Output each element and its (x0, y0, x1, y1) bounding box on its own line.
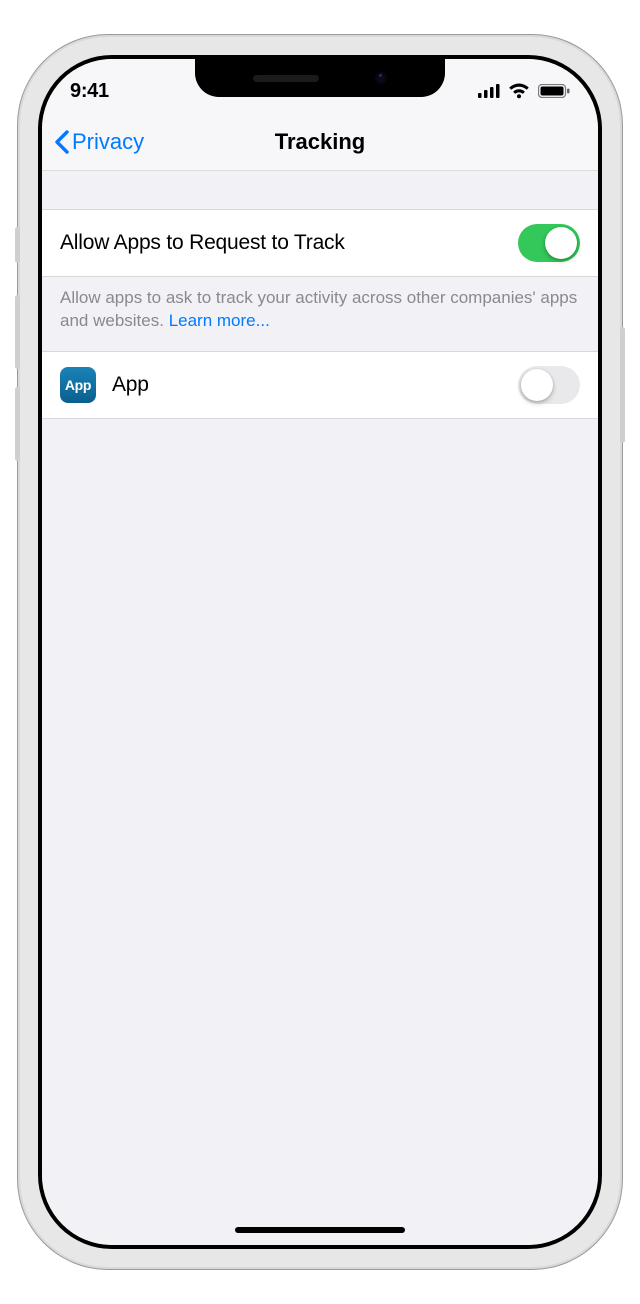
status-icons (478, 83, 570, 99)
allow-tracking-footer: Allow apps to ask to track your activity… (42, 277, 598, 351)
phone-frame: 9:41 Privacy Tracking Allow Apps to Requ… (20, 37, 620, 1267)
app-icon-text: App (65, 377, 91, 393)
speaker-grille (253, 75, 319, 82)
home-indicator[interactable] (235, 1227, 405, 1233)
allow-tracking-row: Allow Apps to Request to Track (42, 209, 598, 277)
mute-switch (15, 227, 20, 263)
toggle-knob (521, 369, 553, 401)
app-tracking-row: App App (42, 351, 598, 419)
volume-up-button (15, 295, 20, 369)
wifi-icon (508, 83, 530, 99)
app-tracking-toggle[interactable] (518, 366, 580, 404)
settings-content: Allow Apps to Request to Track Allow app… (42, 171, 598, 1245)
volume-down-button (15, 387, 20, 461)
cellular-signal-icon (478, 84, 500, 98)
learn-more-link[interactable]: Learn more... (169, 311, 270, 330)
footer-description: Allow apps to ask to track your activity… (60, 288, 577, 330)
screen: 9:41 Privacy Tracking Allow Apps to Requ… (42, 59, 598, 1245)
toggle-knob (545, 227, 577, 259)
notch (195, 59, 445, 97)
power-button (620, 327, 625, 443)
app-name-label: App (112, 373, 149, 397)
status-time: 9:41 (70, 80, 109, 103)
app-icon: App (60, 367, 96, 403)
allow-tracking-toggle[interactable] (518, 224, 580, 262)
page-title: Tracking (42, 129, 598, 155)
front-camera (375, 72, 387, 84)
allow-tracking-label: Allow Apps to Request to Track (60, 231, 345, 255)
battery-icon (538, 84, 570, 98)
navigation-bar: Privacy Tracking (42, 113, 598, 171)
